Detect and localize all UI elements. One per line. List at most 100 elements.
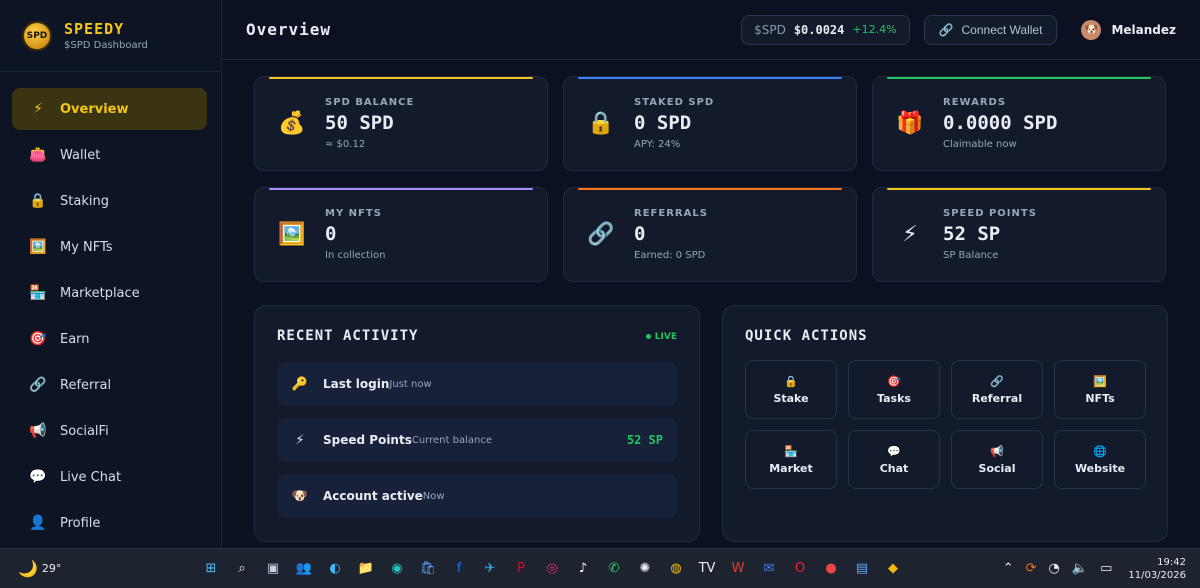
weather-temp: 29° (41, 562, 62, 575)
referral-icon: 🔗 (29, 377, 47, 393)
sidebar-item-live-chat[interactable]: 💬 Live Chat (12, 456, 207, 498)
clock[interactable]: 19:42 11/03/2026 (1128, 556, 1186, 582)
sidebar-item-label: Wallet (60, 147, 101, 163)
clock-date: 11/03/2026 (1128, 569, 1186, 581)
activity-icon: 🔑 (291, 376, 309, 392)
quick-action-nfts-button[interactable]: 🖼️ NFTs (1054, 360, 1146, 419)
search-icon[interactable]: ⌕ (231, 558, 253, 580)
update-icon[interactable]: ⟳ (1026, 561, 1037, 576)
sidebar-item-wallet[interactable]: 👛 Wallet (12, 134, 207, 176)
quick-action-market-button[interactable]: 🏪 Market (745, 430, 837, 489)
stat-label: SPD BALANCE (325, 97, 415, 108)
quick-actions-title: QUICK ACTIONS (745, 328, 868, 344)
quick-action-referral-button[interactable]: 🔗 Referral (951, 360, 1043, 419)
app-window: SPD SPEEDY $SPD Dashboard ⚡ Overview 👛 Wall… (0, 0, 1200, 548)
sidebar-item-staking[interactable]: 🔒 Staking (12, 180, 207, 222)
stat-subtext: In collection (325, 250, 386, 261)
instagram-icon[interactable]: ◎ (541, 558, 563, 580)
activity-title: Last login (323, 377, 390, 391)
battery-icon[interactable]: ▭ (1100, 561, 1112, 576)
quick-action-label: Referral (971, 391, 1023, 405)
sidebar-item-label: Referral (60, 377, 112, 393)
live-badge: LIVE (645, 332, 677, 342)
wifi-icon[interactable]: ◔ (1049, 561, 1060, 576)
stat-value: 52 SP (943, 223, 1001, 245)
tradingview-icon[interactable]: TV (696, 558, 718, 580)
sidebar: SPD SPEEDY $SPD Dashboard ⚡ Overview 👛 Wall… (0, 0, 222, 548)
quick-action-tasks-button[interactable]: 🎯 Tasks (848, 360, 940, 419)
telegram-icon[interactable]: ✈ (479, 558, 501, 580)
link-icon: 🔗 (938, 22, 954, 37)
whatsapp-icon[interactable]: ✆ (603, 558, 625, 580)
sidebar-item-my-nfts[interactable]: 🖼️ My NFTs (12, 226, 207, 268)
task-view-icon[interactable]: ▣ (262, 558, 284, 580)
stat-card-referrals: 🔗 REFERRALS 0 Earned: 0 SPD (563, 187, 857, 282)
quick-action-label: Website (1074, 461, 1126, 475)
chevron-up-icon[interactable]: ⌃ (1003, 561, 1014, 576)
sidebar-item-label: Earn (60, 331, 90, 347)
taskbar: 🌙 29° ⊞ ⌕ ▣ 👥 ◐ 📁 ◉ 🛍 f ✈ P ◎ ♪ ✆ ✺ ◍ TV W ✉ O ● ▤ ◆ ⌃ ⟳ ◔ 🔈 ▭… (0, 548, 1200, 588)
sidebar-item-overview[interactable]: ⚡ Overview (12, 88, 207, 130)
binance-icon[interactable]: ◆ (882, 558, 904, 580)
nfts-icon: 🖼️ (1093, 374, 1107, 388)
sidebar-item-marketplace[interactable]: 🏪 Marketplace (12, 272, 207, 314)
quick-action-stake-button[interactable]: 🔒 Stake (745, 360, 837, 419)
sidebar-item-label: Live Chat (60, 469, 122, 485)
sidebar-nav: ⚡ Overview 👛 Wallet 🔒 Staking 🖼️ My NFTs 🏪 Market… (0, 72, 221, 544)
quick-action-social-button[interactable]: 📢 Social (951, 430, 1043, 489)
copilot-icon[interactable]: ◐ (324, 558, 346, 580)
sidebar-item-label: SocialFi (60, 423, 109, 439)
stat-card-rewards: 🎁 REWARDS 0.0000 SPD Claimable now (872, 76, 1166, 171)
edge-icon[interactable]: ◉ (386, 558, 408, 580)
socialfi-icon: 📢 (29, 423, 47, 439)
opera-icon[interactable]: O (789, 558, 811, 580)
store-icon[interactable]: 🛍 (417, 558, 439, 580)
quick-action-chat-button[interactable]: 💬 Chat (848, 430, 940, 489)
teams-icon[interactable]: 👥 (293, 558, 315, 580)
file-explorer-icon[interactable]: 📁 (355, 558, 377, 580)
activity-icon: ⚡ (295, 432, 305, 448)
market-icon: 🏪 (784, 444, 798, 458)
activity-time: Now (422, 490, 445, 502)
weather-widget[interactable]: 🌙 29° (0, 559, 200, 578)
volume-icon[interactable]: 🔈 (1072, 561, 1088, 576)
live-dot-icon (645, 334, 651, 339)
stat-subtext: Claimable now (943, 139, 1017, 150)
quick-action-label: Social (978, 461, 1016, 475)
pinterest-icon[interactable]: P (510, 558, 532, 580)
mail-icon[interactable]: ✉ (758, 558, 780, 580)
sidebar-item-earn[interactable]: 🎯 Earn (12, 318, 207, 360)
token-price: $0.0024 (793, 22, 845, 37)
earn-icon: 🎯 (29, 331, 47, 347)
main-content: Overview $SPD $0.0024 +12.4% 🔗 Connect W… (222, 0, 1200, 548)
user-menu[interactable]: 🐶 Melandez (1081, 19, 1176, 40)
sidebar-item-socialfi[interactable]: 📢 SocialFi (12, 410, 207, 452)
notes-icon[interactable]: ▤ (851, 558, 873, 580)
start-icon[interactable]: ⊞ (200, 558, 222, 580)
topbar: Overview $SPD $0.0024 +12.4% 🔗 Connect W… (222, 0, 1200, 60)
stat-value: 0 (634, 223, 646, 245)
tiktok-icon[interactable]: ♪ (572, 558, 594, 580)
quick-actions-grid: 🔒 Stake 🎯 Tasks 🔗 Referral 🖼️ NFTs 🏪 Market 💬 Chat 📢… (745, 360, 1146, 489)
avatar: 🐶 (1081, 19, 1102, 40)
quick-action-label: Tasks (877, 391, 911, 405)
stat-label: SPEED POINTS (943, 208, 1037, 219)
activity-time: Just now (389, 378, 432, 390)
quick-action-website-button[interactable]: 🌐 Website (1054, 430, 1146, 489)
token-price-change: +12.4% (852, 23, 897, 36)
sidebar-item-profile[interactable]: 👤 Profile (12, 502, 207, 544)
chrome-icon[interactable]: ◍ (665, 558, 687, 580)
activity-time: Current balance (411, 434, 492, 446)
clock-time: 19:42 (1157, 556, 1186, 568)
rewards-icon: 🎁 (896, 111, 924, 136)
stat-value: 0 SPD (634, 112, 692, 134)
app-red-icon[interactable]: ● (820, 558, 842, 580)
chat-icon: 💬 (887, 444, 901, 458)
chatgpt-icon[interactable]: ✺ (634, 558, 656, 580)
stat-subtext: ≈ $0.12 (325, 139, 366, 150)
wps-icon[interactable]: W (727, 558, 749, 580)
connect-wallet-button[interactable]: 🔗 Connect Wallet (923, 14, 1058, 45)
facebook-icon[interactable]: f (448, 558, 470, 580)
staked-spd-icon: 🔒 (587, 111, 615, 136)
sidebar-item-referral[interactable]: 🔗 Referral (12, 364, 207, 406)
